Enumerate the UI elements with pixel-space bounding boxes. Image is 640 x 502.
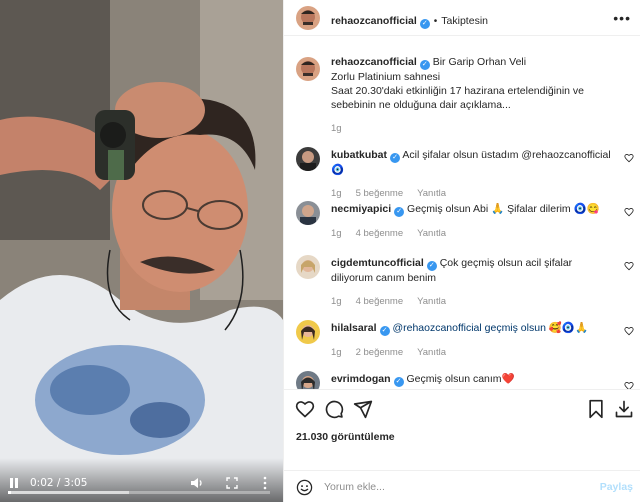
avatar[interactable] <box>296 320 320 344</box>
video-time: 0:02 / 3:05 <box>30 477 88 489</box>
caption-line-2: Zorlu Platinium sahnesi <box>331 71 441 83</box>
comment-likes[interactable]: 2 beğenme <box>356 347 404 358</box>
more-vertical-icon[interactable] <box>262 476 268 490</box>
verified-icon: ✓ <box>393 377 404 387</box>
verified-icon: ✓ <box>379 326 390 336</box>
avatar[interactable] <box>296 147 320 171</box>
comment-time: 1g <box>331 296 342 307</box>
post-actions: 21.030 görüntüleme <box>284 389 640 469</box>
heart-icon[interactable] <box>624 261 634 271</box>
comment-username[interactable]: hilalsaral <box>331 322 377 334</box>
caption-time: 1g <box>331 123 342 134</box>
fullscreen-icon[interactable] <box>226 477 238 489</box>
bookmark-icon[interactable] <box>586 399 606 419</box>
comment-likes[interactable]: 4 beğenme <box>356 228 404 239</box>
caption-line-1: Bir Garip Orhan Veli <box>432 56 527 68</box>
video-buffer <box>8 491 129 494</box>
separator-dot: • <box>433 16 438 27</box>
verified-icon: ✓ <box>390 153 401 163</box>
comment-username[interactable]: kubatkubat <box>331 149 387 161</box>
comment-body: hilalsaral ✓ @rehaozcanofficial geçmiş ol… <box>331 320 616 360</box>
verified-icon: ✓ <box>419 60 430 70</box>
heart-icon[interactable] <box>624 153 634 163</box>
post-comment-button[interactable]: Paylaş <box>600 481 633 493</box>
header-user: rehaozcanofficial ✓ • Takiptesin <box>331 11 488 29</box>
heart-icon[interactable] <box>624 326 634 336</box>
video-progress-fill <box>8 491 11 494</box>
share-send-icon[interactable] <box>353 399 373 419</box>
comment-body: necmiyapici ✓ Geçmiş olsun Abi 🙏 Şifalar … <box>331 199 616 241</box>
comment-emoji: 🧿😋 <box>573 203 600 215</box>
caption-username[interactable]: rehaozcanofficial <box>331 56 417 68</box>
download-icon[interactable] <box>614 399 634 419</box>
video-progress-bar[interactable] <box>8 491 270 494</box>
avatar[interactable] <box>296 371 320 389</box>
video-player[interactable]: 0:02 / 3:05 <box>0 0 283 502</box>
caption-line-3: Saat 20.30'daki etkinliğin 17 hazirana e… <box>331 85 585 111</box>
avatar[interactable] <box>296 6 320 30</box>
avatar[interactable] <box>296 255 320 279</box>
comment-bubble-icon[interactable] <box>324 399 344 419</box>
post-header: rehaozcanofficial ✓ • Takiptesin ••• <box>284 0 640 36</box>
comment-body: evrimdogan ✓ Geçmiş olsun canım❤️ <box>331 371 616 387</box>
comment-text: Acil şifalar olsun üstadım @rehaozcanoff… <box>402 149 611 161</box>
avatar[interactable] <box>296 201 320 225</box>
comment-body: kubatkubat ✓ Acil şifalar olsun üstadım @… <box>331 145 616 201</box>
post-side-panel: rehaozcanofficial ✓ • Takiptesin ••• rehaoz… <box>283 0 640 502</box>
verified-icon: ✓ <box>419 19 430 29</box>
volume-icon[interactable] <box>190 477 204 489</box>
emoji-icon[interactable] <box>296 479 313 496</box>
like-heart-icon[interactable] <box>295 399 315 419</box>
comment-likes[interactable]: 5 beğenme <box>356 188 404 199</box>
video-frame <box>0 0 283 502</box>
view-count: 21.030 görüntüleme <box>296 431 395 443</box>
add-comment-bar: Paylaş <box>284 470 640 502</box>
heart-icon[interactable] <box>624 381 634 389</box>
comment-time: 1g <box>331 347 342 358</box>
post-caption: rehaozcanofficial ✓ Bir Garip Orhan Veli … <box>331 55 631 136</box>
comment-time: 1g <box>331 188 342 199</box>
reply-button[interactable]: Yanıtla <box>417 296 446 307</box>
comments-feed[interactable]: rehaozcanofficial ✓ Bir Garip Orhan Veli … <box>284 37 640 389</box>
header-username[interactable]: rehaozcanofficial <box>331 15 417 27</box>
comment-emoji: ❤️ <box>501 373 515 385</box>
comment-text: @rehaozcanofficial geçmiş olsun <box>392 322 546 334</box>
reply-button[interactable]: Yanıtla <box>417 228 446 239</box>
pause-icon[interactable] <box>8 478 20 490</box>
more-options-icon[interactable]: ••• <box>613 10 631 26</box>
comment-time: 1g <box>331 228 342 239</box>
reply-button[interactable]: Yanıtla <box>417 347 446 358</box>
comment-text: Geçmiş olsun canım <box>406 373 502 385</box>
video-controls: 0:02 / 3:05 <box>0 458 283 502</box>
comment-username[interactable]: evrimdogan <box>331 373 391 385</box>
comment-username[interactable]: necmiyapici <box>331 203 391 215</box>
comment-input[interactable] <box>324 477 584 497</box>
verified-icon: ✓ <box>426 261 437 271</box>
comment-body: cigdemtuncofficial ✓ Çok geçmiş olsun aci… <box>331 253 616 309</box>
verified-icon: ✓ <box>394 207 405 217</box>
comment-username[interactable]: cigdemtuncofficial <box>331 257 424 269</box>
avatar[interactable] <box>296 57 320 81</box>
comment-text: Geçmiş olsun Abi 🙏 Şifalar dilerim <box>407 203 571 215</box>
comment-likes[interactable]: 4 beğenme <box>356 296 404 307</box>
reply-button[interactable]: Yanıtla <box>417 188 446 199</box>
following-button[interactable]: Takiptesin <box>441 15 488 27</box>
comment-emoji: 🥰🧿🙏 <box>548 322 589 334</box>
comment-emoji: 🧿 <box>331 164 345 176</box>
heart-icon[interactable] <box>624 207 634 217</box>
